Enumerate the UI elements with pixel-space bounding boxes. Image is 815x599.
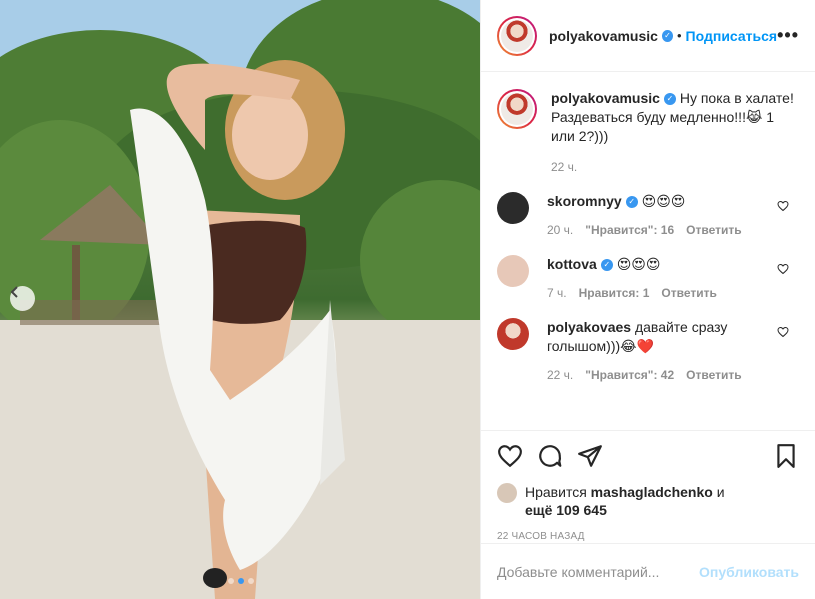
reply-button[interactable]: Ответить xyxy=(686,223,741,237)
likes-summary: Нравится mashagladchenko и ещё 109 645 xyxy=(497,483,799,519)
commenter-avatar[interactable] xyxy=(497,192,529,224)
carousel-prev-button[interactable] xyxy=(10,286,35,311)
comments-list[interactable]: polyakovamusic ✓ Ну пока в халате! Раздев… xyxy=(481,73,815,429)
author-username[interactable]: polyakovamusic xyxy=(549,28,658,44)
comment-input[interactable] xyxy=(497,563,700,580)
reply-button[interactable]: Ответить xyxy=(661,286,716,300)
comment-item: kottova ✓ 😍😍😍 7 ч. Нравится: 1 Ответить xyxy=(497,255,799,300)
comment-text: 😍😍😍 xyxy=(641,193,686,209)
commenter-avatar[interactable] xyxy=(497,318,529,350)
commenter-avatar[interactable] xyxy=(497,255,529,287)
caption-avatar[interactable] xyxy=(497,89,537,129)
follow-button[interactable]: Подписаться xyxy=(686,28,778,44)
carousel-dot-active xyxy=(238,578,244,584)
add-comment-bar: Опубликовать xyxy=(481,543,815,599)
comment-time[interactable]: 20 ч. xyxy=(547,223,573,237)
comment-item: skoromnyy ✓ 😍😍😍 20 ч. "Нравится": 16 Отве… xyxy=(497,192,799,237)
carousel-dot xyxy=(248,578,254,584)
caption-username[interactable]: polyakovamusic xyxy=(551,90,660,106)
likes-and: и xyxy=(716,484,725,500)
bookmark-icon[interactable] xyxy=(773,443,799,469)
post-header: polyakovamusic ✓ • Подписаться ••• xyxy=(481,0,815,72)
verified-icon: ✓ xyxy=(600,259,613,272)
photo-illustration xyxy=(0,0,480,599)
author-avatar[interactable] xyxy=(497,15,537,56)
verified-icon: ✓ xyxy=(625,196,638,209)
post-caption: polyakovamusic ✓ Ну пока в халате! Раздев… xyxy=(497,89,799,174)
comment-username[interactable]: polyakovaes xyxy=(547,319,631,335)
comment-username[interactable]: skoromnyy xyxy=(547,193,622,209)
reply-button[interactable]: Ответить xyxy=(686,368,741,382)
likes-prefix: Нравится xyxy=(525,484,587,500)
comment-icon[interactable] xyxy=(537,443,563,469)
verified-icon: ✓ xyxy=(663,93,676,106)
comment-username[interactable]: kottova xyxy=(547,256,597,272)
comment-time[interactable]: 7 ч. xyxy=(547,286,567,300)
publish-button[interactable]: Опубликовать xyxy=(699,564,799,580)
comment-text: 😍😍😍 xyxy=(616,256,661,272)
comment-like-icon[interactable] xyxy=(777,326,789,338)
comment-time[interactable]: 22 ч. xyxy=(547,368,573,382)
likes-count[interactable]: ещё 109 645 xyxy=(525,502,607,518)
post-photo[interactable] xyxy=(0,0,480,599)
liker-avatar[interactable] xyxy=(497,483,517,503)
comment-like-icon[interactable] xyxy=(777,263,789,275)
comment-likes[interactable]: "Нравится": 16 xyxy=(585,223,674,237)
more-options-icon[interactable]: ••• xyxy=(777,25,799,46)
comment-likes[interactable]: Нравится: 1 xyxy=(579,286,650,300)
post-sidebar: polyakovamusic ✓ • Подписаться ••• polya… xyxy=(480,0,815,599)
caption-time[interactable]: 22 ч. xyxy=(551,160,796,174)
chevron-left-icon xyxy=(10,286,18,298)
carousel-indicator xyxy=(228,578,254,584)
comment-item: polyakovaes давайте сразу голышом)))😂❤️ … xyxy=(497,318,799,382)
paper-plane-icon[interactable] xyxy=(577,443,603,469)
post-actions: Нравится mashagladchenko и ещё 109 645 2… xyxy=(481,430,815,542)
comment-likes[interactable]: "Нравится": 42 xyxy=(585,368,674,382)
header-separator: • xyxy=(676,28,682,43)
carousel-dot xyxy=(228,578,234,584)
verified-icon: ✓ xyxy=(661,29,673,42)
heart-icon[interactable] xyxy=(497,443,523,469)
liker-username[interactable]: mashagladchenko xyxy=(591,484,713,500)
comment-like-icon[interactable] xyxy=(777,200,789,212)
post-timestamp[interactable]: 22 часов назад xyxy=(497,531,799,542)
